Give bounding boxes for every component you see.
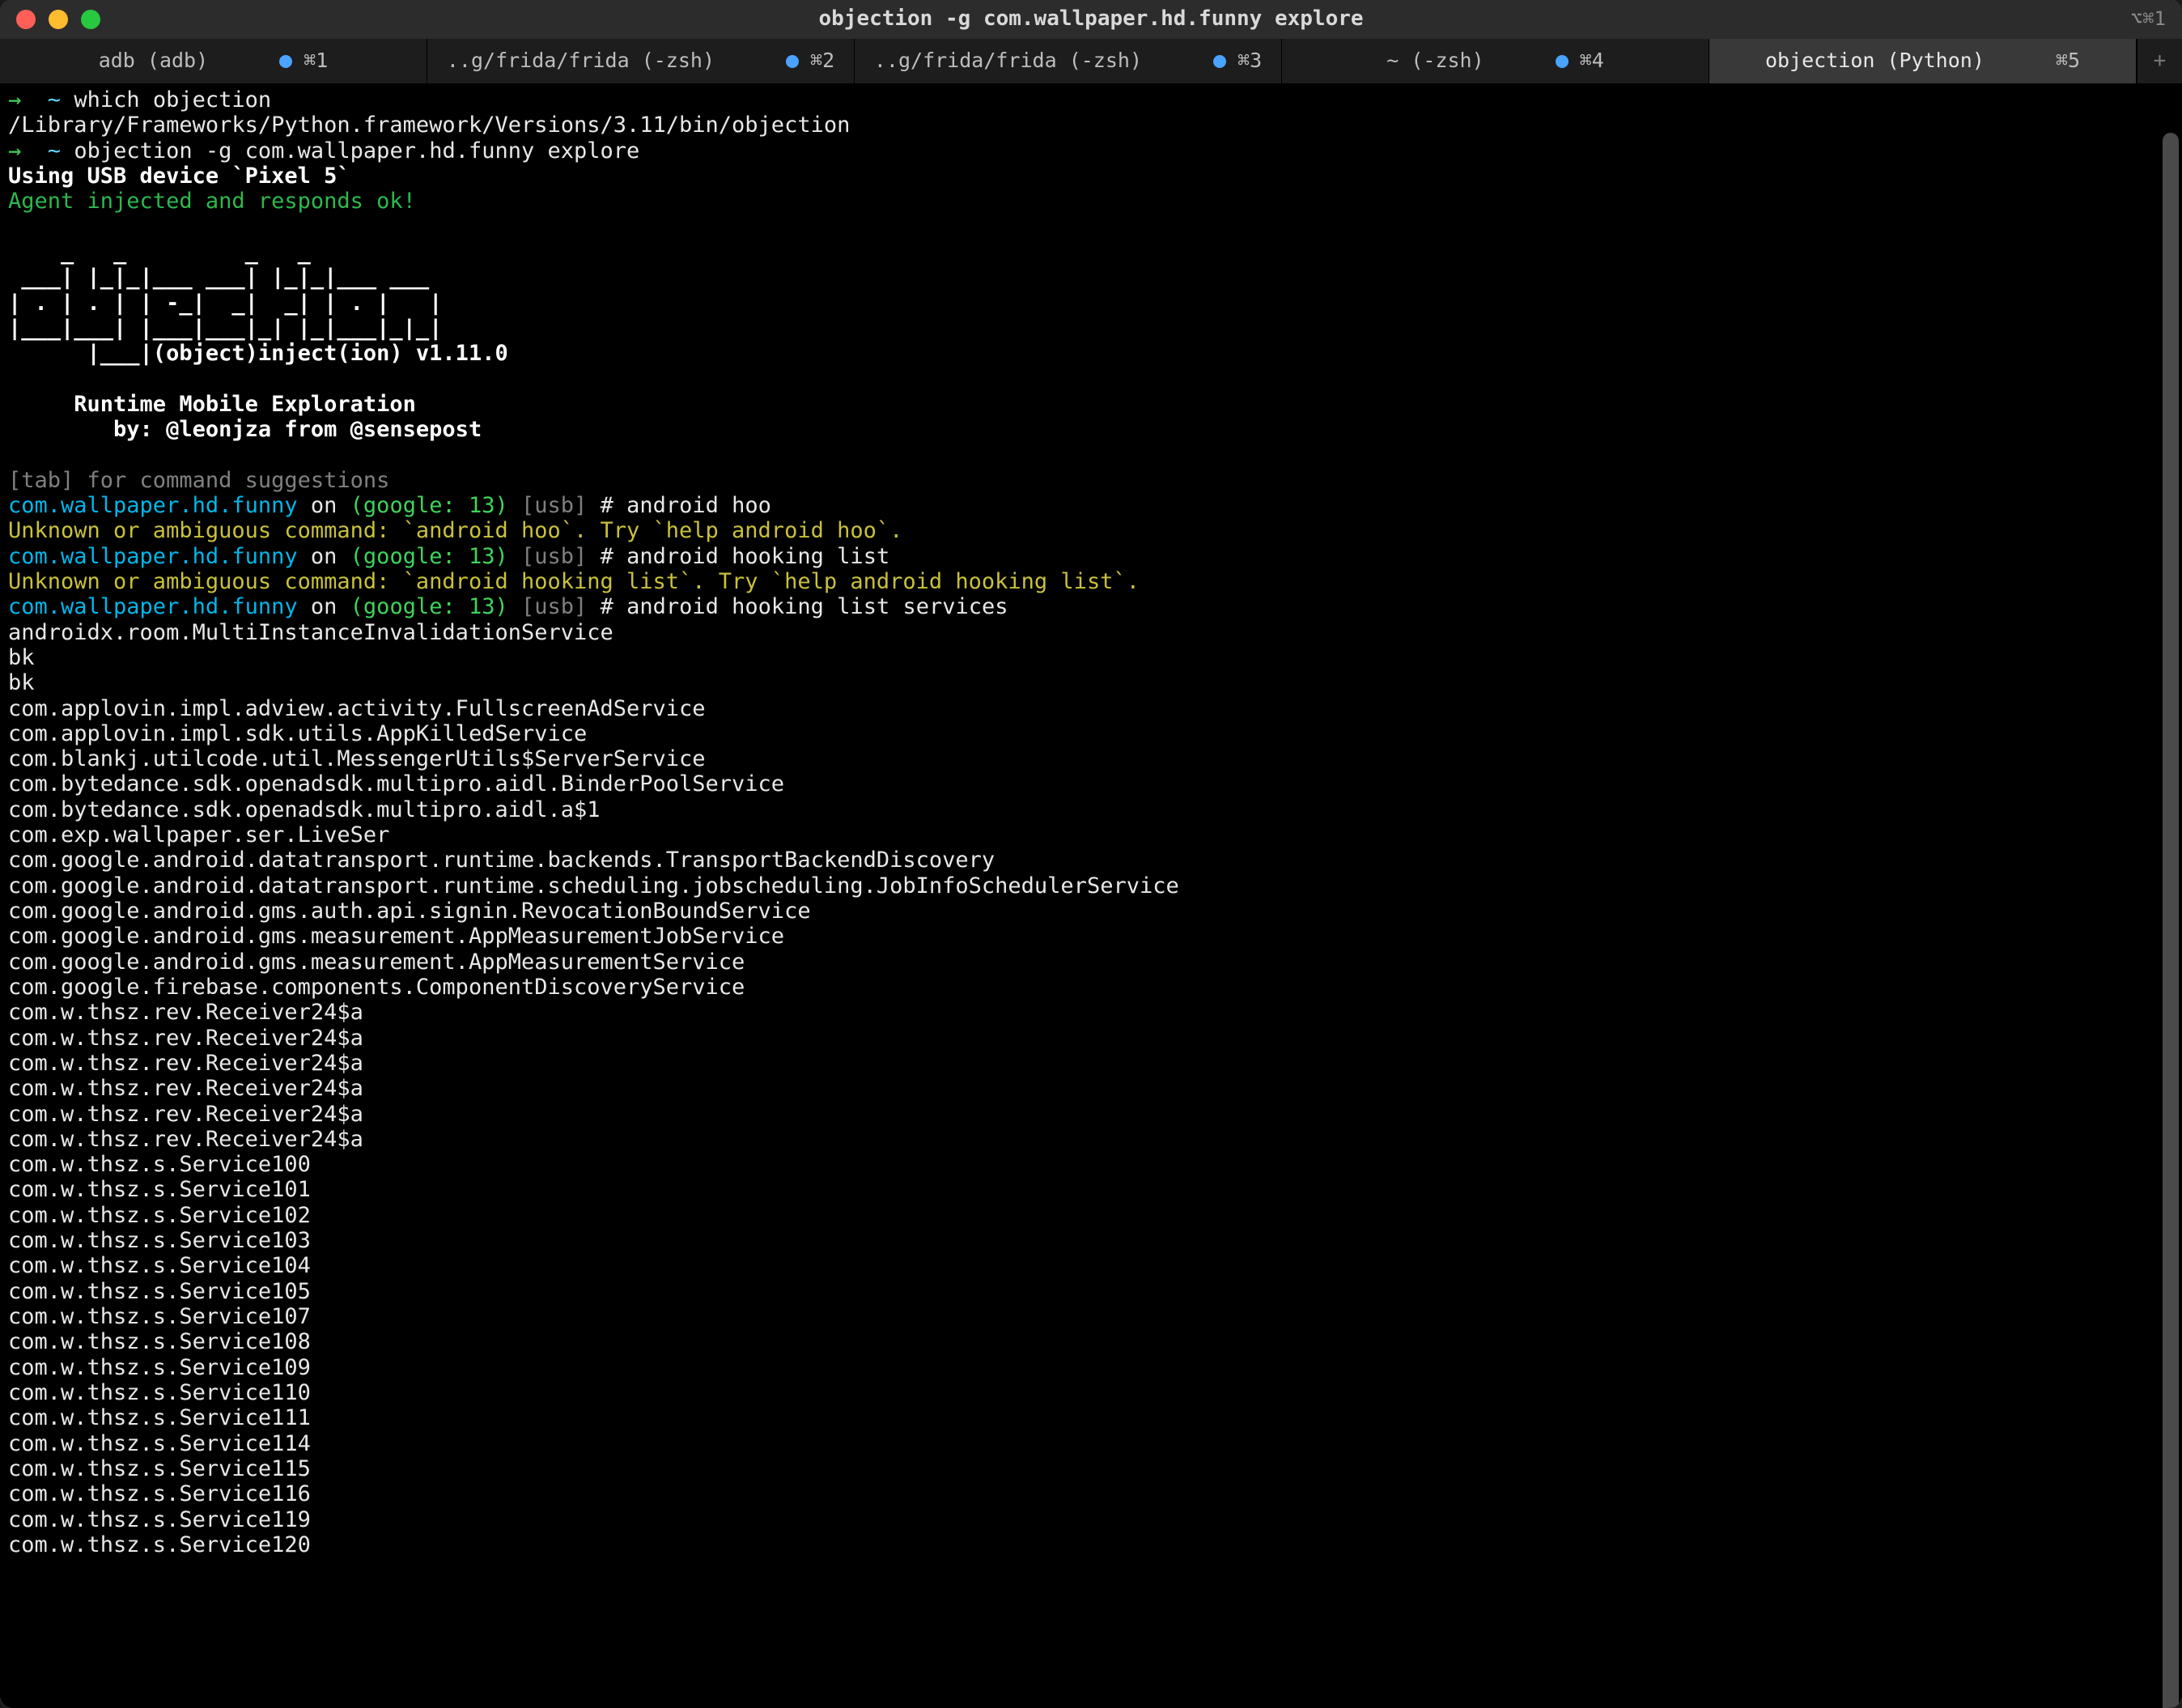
tab-1[interactable]: ..g/frida/frida (-zsh) ⌘2 xyxy=(427,39,855,83)
tab-4[interactable]: objection (Python) ⌘5 xyxy=(1709,39,2137,83)
pane-indicator: ⌥⌘1 xyxy=(2131,7,2182,31)
tab-title: ..g/frida/frida (-zsh) xyxy=(447,49,715,74)
tab-title: ~ (-zsh) xyxy=(1386,49,1484,74)
scrollbar[interactable] xyxy=(2159,84,2179,1708)
traffic-lights xyxy=(0,10,100,29)
activity-dot-icon xyxy=(1213,55,1226,68)
window-title: objection -g com.wallpaper.hd.funny expl… xyxy=(0,6,2182,32)
tab-title: adb (adb) xyxy=(99,49,208,74)
tab-3[interactable]: ~ (-zsh) ⌘4 xyxy=(1282,39,1709,83)
activity-dot-icon xyxy=(279,55,292,68)
scrollbar-thumb[interactable] xyxy=(2163,133,2179,1708)
activity-dot-icon xyxy=(786,55,799,68)
tab-2[interactable]: ..g/frida/frida (-zsh) ⌘3 xyxy=(855,39,1282,83)
tab-shortcut: ⌘5 xyxy=(2056,49,2080,74)
terminal-window: objection -g com.wallpaper.hd.funny expl… xyxy=(0,0,2182,1708)
tab-shortcut: ⌘3 xyxy=(1237,49,1262,74)
close-icon[interactable] xyxy=(16,10,36,29)
tab-shortcut: ⌘1 xyxy=(304,49,328,74)
maximize-icon[interactable] xyxy=(81,10,100,29)
terminal-viewport[interactable]: → ~ which objection /Library/Frameworks/… xyxy=(0,84,2182,1708)
tab-title: objection (Python) xyxy=(1765,49,1985,74)
titlebar: objection -g com.wallpaper.hd.funny expl… xyxy=(0,0,2182,39)
pane-indicator-text: ⌥⌘1 xyxy=(2131,7,2166,31)
tab-shortcut: ⌘2 xyxy=(810,49,834,74)
tab-0[interactable]: adb (adb) ⌘1 xyxy=(0,39,427,83)
add-tab-button[interactable]: + xyxy=(2137,39,2182,83)
minimize-icon[interactable] xyxy=(49,10,68,29)
tab-shortcut: ⌘4 xyxy=(1580,49,1604,74)
activity-dot-icon xyxy=(1556,55,1569,68)
tab-bar: adb (adb)⌘1..g/frida/frida (-zsh)⌘2..g/f… xyxy=(0,39,2182,84)
tab-title: ..g/frida/frida (-zsh) xyxy=(874,49,1142,74)
terminal-output[interactable]: → ~ which objection /Library/Frameworks/… xyxy=(8,87,2174,1557)
